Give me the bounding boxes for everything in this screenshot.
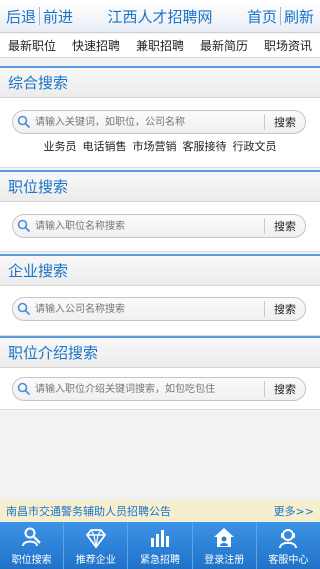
job-search-header: 职位搜索 [0, 170, 320, 202]
back-link[interactable]: 后退 [3, 6, 39, 27]
person-search-icon [19, 525, 45, 551]
search-icon [13, 378, 35, 400]
tab-job-search[interactable]: 职位搜索 [0, 522, 65, 569]
menu-item-latest-resumes[interactable]: 最新简历 [200, 37, 248, 54]
menu-item-career-news[interactable]: 职场资讯 [264, 37, 312, 54]
hot-keywords: 业务员 电话销售 市场营销 客服接待 行政文员 [0, 138, 320, 154]
tab-label: 职位搜索 [11, 555, 52, 566]
job-description-search-button[interactable]: 搜索 [265, 378, 305, 400]
more-link[interactable]: 更多>> [274, 503, 314, 519]
general-search-header: 综合搜索 [0, 66, 320, 98]
general-search-button[interactable]: 搜索 [265, 111, 305, 133]
tab-label: 登录注册 [204, 555, 245, 566]
job-description-search-input[interactable] [35, 379, 264, 399]
job-search-box: 搜索 [12, 214, 306, 238]
home-link[interactable]: 首页 [244, 6, 280, 27]
company-search-panel: 搜索 [0, 286, 320, 336]
notice-link[interactable]: 南昌市交通警务辅助人员招聘公告 [6, 503, 171, 519]
search-icon [13, 215, 35, 237]
job-search-panel: 搜索 [0, 202, 320, 252]
tab-recommended-companies[interactable]: 推荐企业 [64, 522, 129, 569]
tab-label: 客服中心 [268, 555, 309, 566]
menu-item-latest-jobs[interactable]: 最新职位 [8, 37, 56, 54]
category-menu: 最新职位 快速招聘 兼职招聘 最新简历 职场资讯 [0, 34, 320, 58]
general-search-panel: 搜索 业务员 电话销售 市场营销 客服接待 行政文员 [0, 98, 320, 168]
search-icon [13, 111, 35, 133]
menu-item-quick-hire[interactable]: 快速招聘 [72, 37, 120, 54]
top-navigation-bar: 后退 前进 江西人才招聘网 首页 刷新 [0, 0, 320, 33]
job-description-search-header: 职位介绍搜索 [0, 336, 320, 368]
general-search-box: 搜索 [12, 110, 306, 134]
bottom-tab-bar: 职位搜索 推荐企业 紧急招聘 登录注册 客服中心 [0, 522, 320, 569]
hot-keyword[interactable]: 行政文员 [233, 138, 277, 154]
tab-login-register[interactable]: 登录注册 [193, 522, 257, 569]
bar-chart-icon [147, 525, 173, 551]
diamond-icon [83, 525, 109, 551]
search-icon [13, 298, 35, 320]
site-title: 江西人才招聘网 [107, 7, 213, 26]
customer-service-icon [275, 525, 301, 551]
company-search-button[interactable]: 搜索 [265, 298, 305, 320]
hot-keyword[interactable]: 业务员 [44, 138, 77, 154]
tab-label: 推荐企业 [75, 555, 116, 566]
house-user-icon [211, 525, 237, 551]
notice-bar: 南昌市交通警务辅助人员招聘公告 更多>> [0, 500, 320, 522]
forward-link[interactable]: 前进 [40, 6, 76, 27]
job-description-search-box: 搜索 [12, 377, 306, 401]
menu-item-part-time[interactable]: 兼职招聘 [136, 37, 184, 54]
tab-customer-service[interactable]: 客服中心 [257, 522, 320, 569]
hot-keyword[interactable]: 客服接待 [183, 138, 227, 154]
job-description-search-panel: 搜索 [0, 368, 320, 410]
company-search-box: 搜索 [12, 297, 306, 321]
job-search-input[interactable] [35, 216, 264, 236]
nav-left-group: 后退 前进 [0, 6, 76, 27]
tab-label: 紧急招聘 [140, 555, 180, 566]
hot-keyword[interactable]: 市场营销 [133, 138, 177, 154]
company-search-input[interactable] [35, 299, 264, 319]
hot-keyword[interactable]: 电话销售 [83, 138, 127, 154]
company-search-header: 企业搜索 [0, 254, 320, 286]
nav-right-group: 首页 刷新 [244, 6, 320, 27]
job-search-button[interactable]: 搜索 [265, 215, 305, 237]
general-search-input[interactable] [35, 112, 264, 132]
refresh-link[interactable]: 刷新 [281, 6, 317, 27]
tab-urgent-hiring[interactable]: 紧急招聘 [128, 522, 193, 569]
